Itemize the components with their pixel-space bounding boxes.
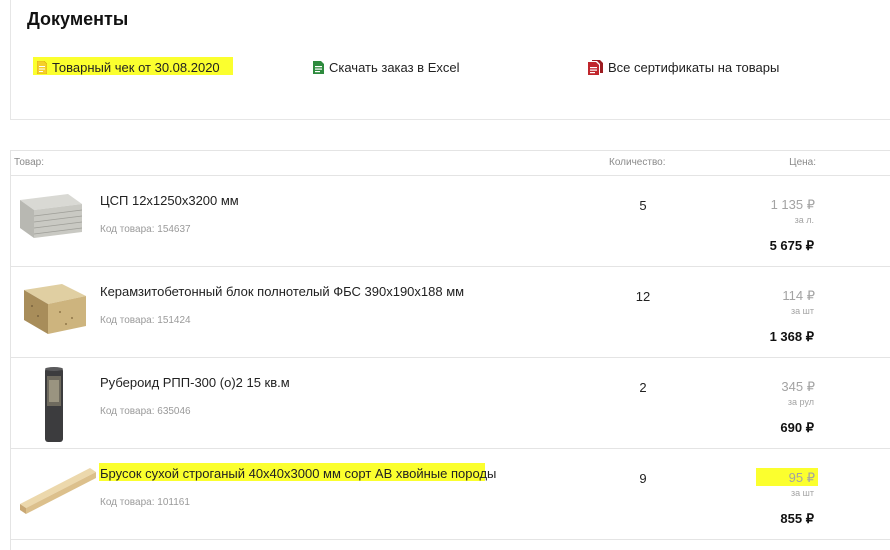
product-name-link[interactable]: Брусок сухой строганый 40х40х3000 мм сор…: [100, 466, 496, 481]
product-quantity: 5: [639, 198, 647, 213]
unit-price: 95 ₽: [788, 470, 815, 485]
concrete-block-image: [24, 284, 86, 334]
excel-icon: [313, 60, 324, 74]
total-price: 690 ₽: [780, 420, 814, 435]
row-divider: [10, 175, 890, 176]
certificates-icon: [588, 59, 603, 75]
header-price: Цена:: [789, 157, 816, 168]
product-code: Код товара: 101161: [100, 497, 190, 508]
order-items-table: [10, 150, 890, 550]
excel-download-link[interactable]: Скачать заказ в Excel: [313, 57, 460, 77]
certificates-link[interactable]: Все сертификаты на товары: [588, 57, 779, 77]
roofing-roll-image: [45, 367, 63, 442]
product-code: Код товара: 154637: [100, 224, 191, 235]
unit-price: 1 135 ₽: [770, 197, 815, 212]
price-unit: за л.: [794, 215, 814, 225]
row-divider: [10, 266, 890, 267]
row-divider: [10, 448, 890, 449]
product-name-link[interactable]: Керамзитобетонный блок полнотелый ФБС 39…: [100, 284, 464, 299]
product-code: Код товара: 635046: [100, 406, 191, 417]
price-unit: за шт: [791, 488, 814, 498]
header-product: Товар:: [14, 157, 44, 168]
receipt-link-label: Товарный чек от 30.08.2020: [52, 59, 220, 75]
product-code: Код товара: 151424: [100, 315, 191, 326]
excel-download-label: Скачать заказ в Excel: [329, 59, 460, 75]
wood-bar-image: [20, 468, 96, 514]
total-price: 1 368 ₽: [769, 329, 814, 344]
product-name-link[interactable]: ЦСП 12х1250х3200 мм: [100, 193, 239, 208]
product-quantity: 12: [635, 289, 651, 304]
product-name-link[interactable]: Рубероид РПП-300 (о)2 15 кв.м: [100, 375, 290, 390]
product-quantity: 2: [639, 380, 647, 395]
total-price: 855 ₽: [780, 511, 814, 526]
receipt-link[interactable]: Товарный чек от 30.08.2020: [37, 57, 220, 77]
row-divider: [10, 539, 890, 540]
row-divider: [10, 357, 890, 358]
certificates-label: Все сертификаты на товары: [608, 59, 780, 75]
document-icon: [37, 60, 47, 74]
documents-title: Документы: [27, 9, 129, 29]
price-unit: за шт: [791, 306, 814, 316]
product-quantity: 9: [639, 471, 647, 486]
unit-price: 345 ₽: [781, 379, 815, 394]
unit-price: 114 ₽: [782, 288, 815, 303]
cement-board-image: [20, 194, 83, 238]
header-quantity: Количество:: [609, 157, 666, 168]
total-price: 5 675 ₽: [769, 238, 814, 253]
price-unit: за рул: [787, 397, 814, 407]
